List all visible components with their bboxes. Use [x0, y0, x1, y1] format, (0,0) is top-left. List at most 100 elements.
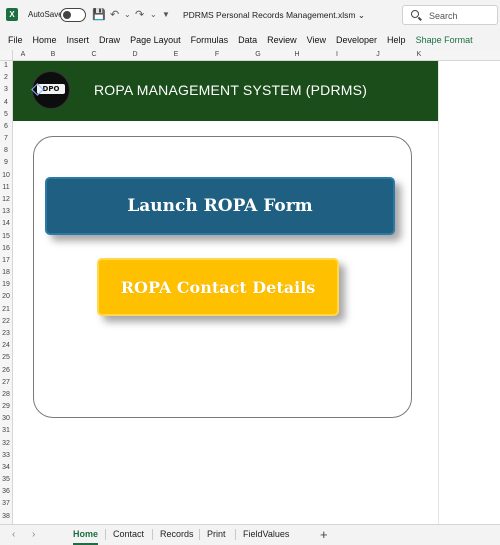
- dpo-logo: DPO: [32, 71, 70, 109]
- ribbon-tab-page-layout[interactable]: Page Layout: [130, 35, 181, 45]
- sheet-tab-home[interactable]: Home: [73, 529, 99, 545]
- row-header-32[interactable]: 32: [0, 440, 12, 447]
- row-header-1[interactable]: 1: [0, 62, 12, 69]
- add-sheet-icon[interactable]: +: [320, 527, 328, 542]
- row-header-36[interactable]: 36: [0, 488, 12, 495]
- column-header-e[interactable]: E: [155, 51, 197, 58]
- ribbon-tab-formulas[interactable]: Formulas: [191, 35, 229, 45]
- sheet-tab-records[interactable]: Records: [160, 529, 194, 539]
- ropa-contact-details-button[interactable]: ROPA Contact Details: [97, 258, 339, 316]
- sheet-tab-contact[interactable]: Contact: [113, 529, 144, 539]
- autosave-label: AutoSave: [28, 10, 63, 19]
- tab-separator: [235, 529, 236, 540]
- row-header-5[interactable]: 5: [0, 111, 12, 118]
- ribbon-tab-view[interactable]: View: [307, 35, 326, 45]
- row-header-28[interactable]: 28: [0, 391, 12, 398]
- column-header-d[interactable]: D: [115, 51, 155, 58]
- document-title[interactable]: PDRMS Personal Records Management.xlsm ⌄: [183, 10, 365, 21]
- row-header-26[interactable]: 26: [0, 367, 12, 374]
- tab-separator: [105, 529, 106, 540]
- row-header-19[interactable]: 19: [0, 281, 12, 288]
- column-header-h[interactable]: H: [279, 51, 315, 58]
- ribbon-tab-shape-format[interactable]: Shape Format: [416, 35, 473, 45]
- row-header-8[interactable]: 8: [0, 147, 12, 154]
- row-header-23[interactable]: 23: [0, 330, 12, 337]
- row-header-35[interactable]: 35: [0, 476, 12, 483]
- undo-dropdown-icon[interactable]: ⌄: [124, 10, 131, 19]
- row-header-9[interactable]: 9: [0, 159, 12, 166]
- ribbon-tabs: File Home Insert Draw Page Layout Formul…: [0, 30, 500, 50]
- empty-area: [438, 61, 500, 524]
- search-input[interactable]: Search: [402, 5, 498, 25]
- row-header-18[interactable]: 18: [0, 269, 12, 276]
- scroll-right-icon[interactable]: ›: [32, 529, 35, 540]
- row-header-31[interactable]: 31: [0, 427, 12, 434]
- logo-text: DPO: [37, 84, 65, 94]
- search-placeholder: Search: [429, 11, 458, 21]
- row-header-22[interactable]: 22: [0, 318, 12, 325]
- ribbon-tab-home[interactable]: Home: [33, 35, 57, 45]
- row-header-12[interactable]: 12: [0, 196, 12, 203]
- row-header-25[interactable]: 25: [0, 354, 12, 361]
- redo-dropdown-icon[interactable]: ⌄: [150, 10, 157, 19]
- column-header-i[interactable]: I: [315, 51, 359, 58]
- row-header-27[interactable]: 27: [0, 379, 12, 386]
- column-header: A B C D E F G H I J K: [0, 50, 500, 61]
- row-header-2[interactable]: 2: [0, 74, 12, 81]
- column-header-k[interactable]: K: [397, 51, 441, 58]
- ribbon-tab-developer[interactable]: Developer: [336, 35, 377, 45]
- launch-ropa-form-button[interactable]: Launch ROPA Form: [45, 177, 395, 235]
- search-icon: [411, 10, 419, 18]
- sheet-tabs-bar: ‹ › Home Contact Records Print FieldValu…: [0, 524, 500, 545]
- row-header-14[interactable]: 14: [0, 220, 12, 227]
- ribbon-tab-file[interactable]: File: [8, 35, 23, 45]
- column-header-g[interactable]: G: [237, 51, 279, 58]
- row-header-20[interactable]: 20: [0, 293, 12, 300]
- row-header-10[interactable]: 10: [0, 172, 12, 179]
- row-header-34[interactable]: 34: [0, 464, 12, 471]
- scroll-left-icon[interactable]: ‹: [12, 529, 15, 540]
- column-header-b[interactable]: B: [33, 51, 73, 58]
- row-header-24[interactable]: 24: [0, 342, 12, 349]
- redo-icon[interactable]: ↷: [135, 8, 144, 21]
- row-header: 1 2 3 4 5 6 7 8 9 10 11 12 13 14 15 16 17 18 19 20 21 22 23 24 2…: [0, 61, 13, 524]
- row-header-11[interactable]: 11: [0, 184, 12, 191]
- ribbon-tab-insert[interactable]: Insert: [67, 35, 90, 45]
- title-bar: X AutoSave 💾 ↶ ⌄ ↷ ⌄ ▼ PDRMS Personal Re…: [0, 0, 500, 30]
- row-header-38[interactable]: 38: [0, 513, 12, 520]
- customize-toolbar-icon[interactable]: ▼: [162, 10, 170, 19]
- ribbon-tab-help[interactable]: Help: [387, 35, 406, 45]
- column-header-c[interactable]: C: [73, 51, 115, 58]
- row-header-7[interactable]: 7: [0, 135, 12, 142]
- ribbon-tab-data[interactable]: Data: [238, 35, 257, 45]
- excel-icon: X: [6, 8, 18, 21]
- row-header-3[interactable]: 3: [0, 86, 12, 93]
- sheet-tab-fieldvalues[interactable]: FieldValues: [243, 529, 289, 539]
- column-header-f[interactable]: F: [197, 51, 237, 58]
- column-header-a[interactable]: A: [13, 51, 33, 58]
- row-header-4[interactable]: 4: [0, 99, 12, 106]
- toggle-knob: [63, 11, 71, 19]
- row-header-16[interactable]: 16: [0, 245, 12, 252]
- row-header-15[interactable]: 15: [0, 233, 12, 240]
- autosave-toggle[interactable]: [60, 8, 86, 22]
- row-header-29[interactable]: 29: [0, 403, 12, 410]
- row-header-13[interactable]: 13: [0, 208, 12, 215]
- save-icon[interactable]: 💾: [92, 8, 106, 21]
- row-header-17[interactable]: 17: [0, 257, 12, 264]
- ribbon-tab-draw[interactable]: Draw: [99, 35, 120, 45]
- select-all-corner[interactable]: [0, 50, 13, 61]
- row-header-6[interactable]: 6: [0, 123, 12, 130]
- banner-title: ROPA MANAGEMENT SYSTEM (PDRMS): [94, 82, 368, 98]
- row-header-33[interactable]: 33: [0, 452, 12, 459]
- column-header-j[interactable]: J: [359, 51, 397, 58]
- tab-separator: [152, 529, 153, 540]
- chevron-down-icon: ⌄: [357, 10, 365, 20]
- row-header-37[interactable]: 37: [0, 500, 12, 507]
- row-header-21[interactable]: 21: [0, 306, 12, 313]
- undo-icon[interactable]: ↶: [110, 8, 119, 21]
- tab-separator: [199, 529, 200, 540]
- row-header-30[interactable]: 30: [0, 415, 12, 422]
- sheet-tab-print[interactable]: Print: [207, 529, 226, 539]
- ribbon-tab-review[interactable]: Review: [267, 35, 297, 45]
